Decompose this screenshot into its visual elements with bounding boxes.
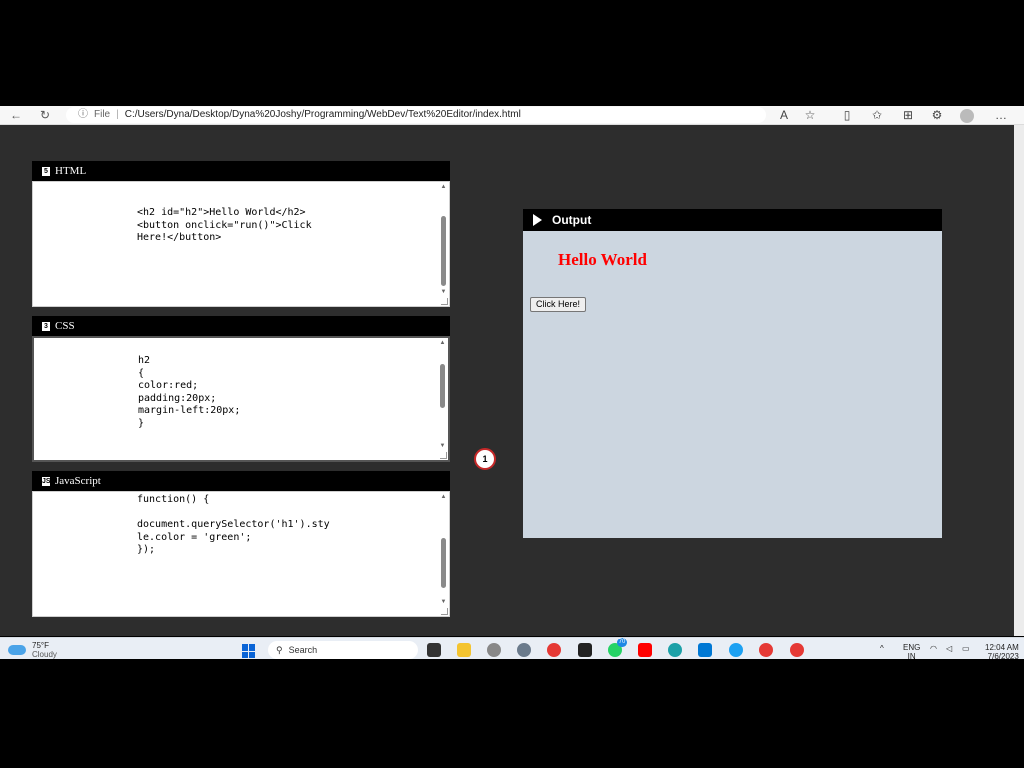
address-bar[interactable]: ⓘ File | C:/Users/Dyna/Desktop/Dyna%20Joshy… (66, 107, 766, 123)
volume-icon[interactable]: ◁ (946, 644, 952, 653)
temperature: 75°F (32, 641, 49, 650)
js-panel: JS JavaScript function() { document.quer… (32, 471, 450, 617)
settings-icon[interactable] (517, 643, 531, 657)
wifi-icon[interactable]: ◠ (930, 644, 937, 653)
css-editor[interactable]: h2 { color:red; padding:20px; margin-lef… (32, 336, 450, 462)
resize-grip-icon[interactable] (441, 608, 448, 615)
language-indicator[interactable]: ENG IN (903, 643, 920, 661)
back-icon[interactable]: ← (10, 107, 22, 123)
file-label: File (94, 109, 111, 120)
more-icon[interactable]: … (994, 107, 1008, 123)
taskbar: 75°F Cloudy ⚲ Search 70 ^ ENG IN ◠ ◁ ▭ 12… (0, 637, 1024, 661)
region-code: IN (907, 652, 916, 661)
profile-avatar[interactable] (960, 109, 974, 123)
weather-widget[interactable]: 75°F Cloudy (8, 641, 57, 659)
js-editor[interactable]: function() { document.querySelector('h1'… (32, 491, 450, 617)
css-panel-title: CSS (55, 320, 75, 332)
html-editor[interactable]: <h2 id="h2">Hello World</h2> <button onc… (32, 181, 450, 307)
js-editor-scrollbar[interactable]: ▲ ▼ (439, 492, 448, 616)
scroll-thumb[interactable] (441, 538, 446, 588)
notification-badge: 70 (617, 638, 627, 647)
search-icon: ⚲ (276, 645, 283, 655)
terminal-app-icon[interactable] (427, 643, 441, 657)
address-separator: | (116, 109, 119, 120)
html-panel: 5 HTML <h2 id="h2">Hello World</h2> <but… (32, 161, 450, 307)
resize-grip-icon[interactable] (441, 298, 448, 305)
language-code: ENG (903, 643, 921, 652)
chevron-up-icon[interactable]: ^ (880, 644, 884, 653)
windows-start-icon[interactable] (242, 644, 256, 658)
taskbar-search[interactable]: ⚲ Search (268, 641, 418, 659)
html-editor-scrollbar[interactable]: ▲ ▼ (439, 182, 448, 306)
step-badge: 1 (474, 448, 496, 470)
css3-icon: 3 (42, 321, 50, 331)
battery-icon[interactable]: ▭ (962, 644, 970, 653)
play-icon[interactable] (533, 214, 542, 226)
js-icon: JS (42, 476, 51, 486)
chrome-profile-icon[interactable] (759, 643, 773, 657)
page-scrollbar[interactable] (1014, 125, 1024, 636)
click-here-button[interactable]: Click Here! (530, 297, 587, 312)
css-panel-header: 3 CSS (32, 316, 450, 336)
date: 7/6/2023 (987, 652, 1019, 661)
read-aloud-icon[interactable]: A (777, 107, 791, 123)
scroll-up-icon[interactable]: ▲ (439, 339, 446, 347)
edge-icon[interactable] (668, 643, 682, 657)
html-panel-title: HTML (55, 165, 87, 177)
clock-app-icon[interactable] (487, 643, 501, 657)
output-panel: Output Hello World Click Here! (523, 209, 942, 538)
scroll-down-icon[interactable]: ▼ (440, 288, 447, 296)
chrome-icon[interactable] (547, 643, 561, 657)
scroll-up-icon[interactable]: ▲ (440, 183, 447, 191)
favorite-icon[interactable]: ☆ (803, 107, 817, 123)
html5-icon: 5 (42, 166, 50, 176)
notes-app-icon[interactable] (578, 643, 592, 657)
reload-icon[interactable]: ↻ (40, 107, 50, 123)
css-editor-scrollbar[interactable]: ▲ ▼ (438, 338, 447, 460)
css-code[interactable]: h2 { color:red; padding:20px; margin-lef… (138, 355, 240, 431)
css-panel: 3 CSS h2 { color:red; padding:20px; marg… (32, 316, 450, 462)
output-heading: Hello World (558, 250, 647, 269)
file-explorer-icon[interactable] (457, 643, 471, 657)
js-panel-header: JS JavaScript (32, 471, 450, 491)
split-screen-icon[interactable]: ▯ (840, 107, 854, 123)
scroll-up-icon[interactable]: ▲ (440, 493, 447, 501)
weather-condition: Cloudy (32, 650, 57, 659)
browser-toolbar: ← ↻ ⓘ File | C:/Users/Dyna/Desktop/Dyna%20J… (0, 106, 1024, 125)
scroll-thumb[interactable] (441, 216, 446, 286)
js-code[interactable]: function() { document.querySelector('h1'… (137, 494, 330, 557)
scroll-thumb[interactable] (440, 364, 445, 408)
cloud-icon (8, 645, 26, 655)
scroll-down-icon[interactable]: ▼ (439, 442, 446, 450)
collections-icon[interactable]: ⊞ (901, 107, 915, 123)
output-header: Output (523, 209, 942, 231)
youtube-icon[interactable] (638, 643, 652, 657)
search-placeholder: Search (288, 645, 318, 655)
extensions-icon[interactable]: ⚙ (930, 107, 944, 123)
clock[interactable]: 12:04 AM 7/6/2023 (985, 643, 1019, 661)
url-text[interactable]: C:/Users/Dyna/Desktop/Dyna%20Joshy/Progr… (125, 109, 521, 120)
resize-grip-icon[interactable] (440, 452, 447, 459)
info-icon[interactable]: ⓘ (78, 109, 88, 120)
vscode-icon[interactable] (698, 643, 712, 657)
time: 12:04 AM (985, 643, 1019, 652)
favorites-list-icon[interactable]: ✩ (870, 107, 884, 123)
html-panel-header: 5 HTML (32, 161, 450, 181)
html-code[interactable]: <h2 id="h2">Hello World</h2> <button onc… (137, 207, 312, 245)
twitter-icon[interactable] (729, 643, 743, 657)
js-panel-title: JavaScript (55, 475, 101, 487)
output-title: Output (552, 213, 592, 227)
chrome-profile-2-icon[interactable] (790, 643, 804, 657)
scroll-down-icon[interactable]: ▼ (440, 598, 447, 606)
